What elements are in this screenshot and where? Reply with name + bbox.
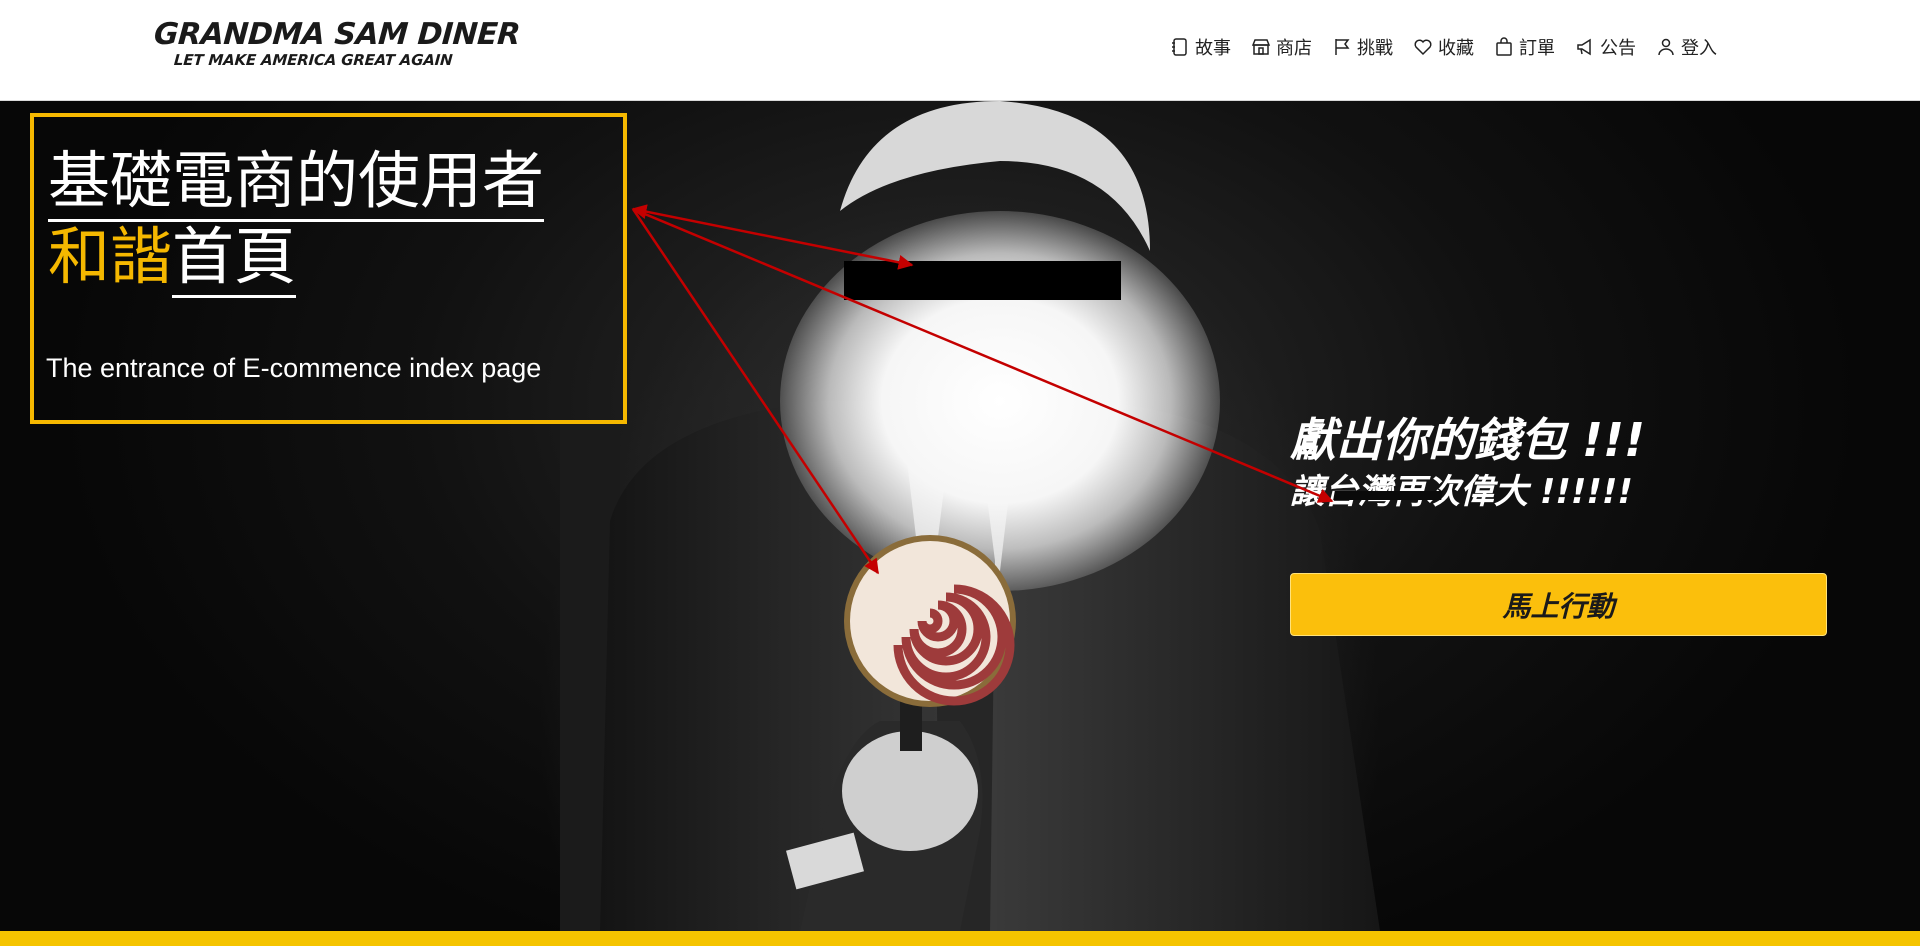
site-header: GRANDMA SAM DINER LET MAKE AMERICA GREAT… [0, 0, 1920, 101]
nav-label: 登入 [1681, 38, 1717, 59]
annotation-callout: 基礎電商的使用者 和諧首頁 The entrance of E-commence… [30, 113, 627, 424]
main-nav: 故事 商店 挑戰 收藏 訂單 公告 登入 [1170, 30, 1737, 64]
promo-subheadline: 讓台灣再次偉大 !!!!!! [1290, 469, 1645, 515]
callout-title-accent: 和諧 [48, 220, 173, 293]
nav-label: 商店 [1276, 38, 1312, 59]
nav-label: 故事 [1195, 38, 1231, 59]
callout-title: 基礎電商的使用者 和諧首頁 [48, 143, 545, 298]
nav-label: 公告 [1600, 38, 1636, 59]
nav-label: 收藏 [1438, 38, 1474, 59]
nav-label: 挑戰 [1357, 38, 1393, 59]
callout-title-rest: 首頁 [172, 220, 297, 298]
nav-label: 訂單 [1519, 38, 1555, 59]
nav-item-orders[interactable]: 訂單 [1494, 30, 1555, 64]
bag-icon [1496, 37, 1512, 56]
promo-text: 獻出你的錢包 !!! 讓台灣再次偉大 !!!!!! [1290, 411, 1645, 515]
nav-item-login[interactable]: 登入 [1656, 30, 1717, 64]
logo-tagline: LET MAKE AMERICA GREAT AGAIN [173, 51, 454, 69]
callout-subtitle: The entrance of E-commence index page [46, 353, 542, 383]
logo-title: GRANDMA SAM DINER [152, 17, 522, 52]
strike-mark [1333, 491, 1443, 500]
nav-item-store[interactable]: 商店 [1251, 30, 1312, 64]
nav-item-challenge[interactable]: 挑戰 [1332, 30, 1393, 64]
notebook-icon [1172, 38, 1187, 56]
lollipop-image [844, 535, 1016, 707]
flag-icon [1335, 39, 1350, 55]
store-icon [1251, 39, 1271, 55]
censor-bar [844, 261, 1121, 300]
nav-item-story[interactable]: 故事 [1170, 30, 1231, 64]
bottom-accent-bar [0, 931, 1920, 946]
nav-item-announcements[interactable]: 公告 [1575, 30, 1636, 64]
hero-section: 基礎電商的使用者 和諧首頁 The entrance of E-commence… [0, 101, 1920, 931]
heart-icon [1414, 39, 1432, 56]
callout-title-line1: 基礎電商的使用者 [48, 144, 545, 222]
user-icon [1658, 38, 1674, 56]
megaphone-icon [1577, 38, 1591, 56]
nav-item-favorites[interactable]: 收藏 [1413, 30, 1474, 64]
cta-button[interactable]: 馬上行動 [1290, 573, 1827, 636]
promo-headline: 獻出你的錢包 !!! [1290, 413, 1645, 467]
site-logo[interactable]: GRANDMA SAM DINER LET MAKE AMERICA GREAT… [152, 17, 522, 69]
